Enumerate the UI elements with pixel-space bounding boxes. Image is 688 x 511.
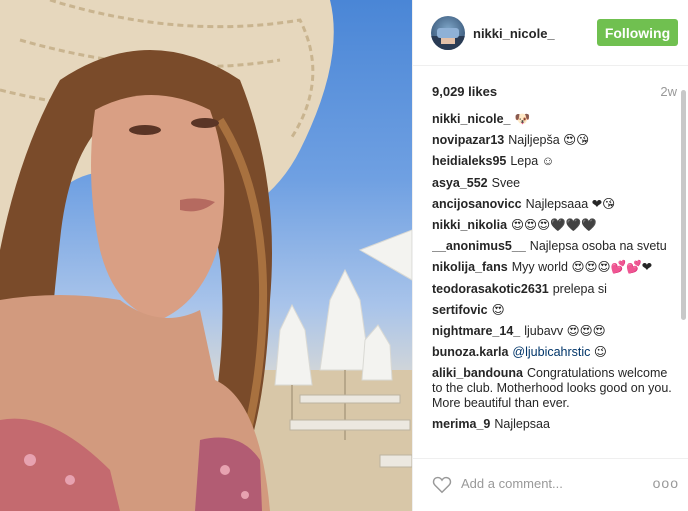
comments-scrollbar[interactable] [681, 90, 686, 320]
list-item: nikki_nicole_ 🐶 [432, 112, 677, 127]
comment-username[interactable]: merima_9 [432, 417, 490, 431]
comment-text: ljubavv 😍😍😍 [524, 323, 606, 338]
list-item: aliki_bandouna Congratulations welcome to… [432, 366, 677, 411]
comment-username[interactable]: ancijosanovicc [432, 197, 522, 211]
comment-text: 🐶 [514, 112, 531, 126]
comment-text: 😉 [590, 345, 607, 360]
comment-text: Najlepsa osoba na svetu [529, 239, 667, 254]
comment-username[interactable]: asya_552 [432, 176, 488, 190]
list-item: ancijosanovicc Najlepsaaa ❤😘 [432, 197, 677, 212]
comment-composer: ooo [413, 458, 688, 511]
selfie-image [0, 0, 412, 511]
ellipsis-icon[interactable]: ooo [653, 475, 679, 491]
comment-username[interactable]: teodorasakotic2631 [432, 282, 549, 296]
list-item: nikki_nikolia 😍😍😍🖤🖤🖤 [432, 218, 677, 233]
comments-list[interactable]: nikki_nicole_ 🐶 novipazar13 Najljepša 😍😘 h… [432, 112, 677, 458]
post-photo[interactable] [0, 0, 412, 511]
comment-text: 😍😍😍🖤🖤🖤 [511, 217, 597, 232]
post-age[interactable]: 2w [660, 84, 677, 99]
post-detail-panel: nikki_nicole_ Following 9,029 likes 2w n… [412, 0, 688, 511]
post-stats: 9,029 likes 2w [413, 66, 688, 114]
comment-username[interactable]: sertifovic [432, 303, 488, 317]
comment-username[interactable]: __anonimus5__ [432, 239, 526, 253]
list-item: teodorasakotic2631 prelepa si [432, 282, 677, 297]
comment-text: Svee [491, 175, 521, 190]
comment-text: Najljepša 😍😘 [508, 133, 590, 148]
comment-text: prelepa si [552, 281, 607, 296]
post-header: nikki_nicole_ Following [413, 0, 688, 66]
comment-username[interactable]: novipazar13 [432, 133, 504, 147]
comment-username[interactable]: nikki_nicole_ [432, 112, 511, 126]
add-comment-input[interactable] [461, 476, 641, 491]
comment-username[interactable]: nikki_nikolia [432, 218, 507, 232]
post-username[interactable]: nikki_nicole_ [473, 26, 555, 41]
comment-username[interactable]: heidialeks95 [432, 154, 506, 168]
following-button[interactable]: Following [597, 19, 678, 46]
list-item: sertifovic 😍 [432, 303, 677, 318]
mention-link[interactable]: @ljubicahrstic [512, 345, 590, 359]
heart-outline-icon[interactable] [431, 473, 453, 495]
list-item: nikolija_fans Myy world 😍😍😍💕💕❤ [432, 260, 677, 275]
list-item: asya_552 Svee [432, 176, 677, 191]
list-item: novipazar13 Najljepša 😍😘 [432, 133, 677, 148]
list-item: bunoza.karla @ljubicahrstic 😉 [432, 345, 677, 360]
likes-count[interactable]: 9,029 likes [432, 84, 497, 99]
comment-text: Najlepsaaa ❤😘 [525, 196, 616, 211]
list-item: nightmare_14_ ljubavv 😍😍😍 [432, 324, 677, 339]
comment-text: 😍 [491, 302, 505, 317]
comment-username[interactable]: nikolija_fans [432, 260, 508, 274]
list-item: heidialeks95 Lepa ☺ [432, 154, 677, 169]
comment-text: Lepa ☺ [510, 154, 555, 169]
comment-username[interactable]: nightmare_14_ [432, 324, 520, 338]
comment-text: Najlepsaa [494, 417, 550, 432]
list-item: __anonimus5__ Najlepsa osoba na svetu [432, 239, 677, 254]
comment-username[interactable]: aliki_bandouna [432, 366, 523, 380]
avatar[interactable] [431, 16, 465, 50]
comment-username[interactable]: bunoza.karla [432, 345, 508, 359]
comment-text: Myy world 😍😍😍💕💕❤ [511, 260, 653, 275]
list-item: merima_9 Najlepsaa [432, 417, 677, 432]
